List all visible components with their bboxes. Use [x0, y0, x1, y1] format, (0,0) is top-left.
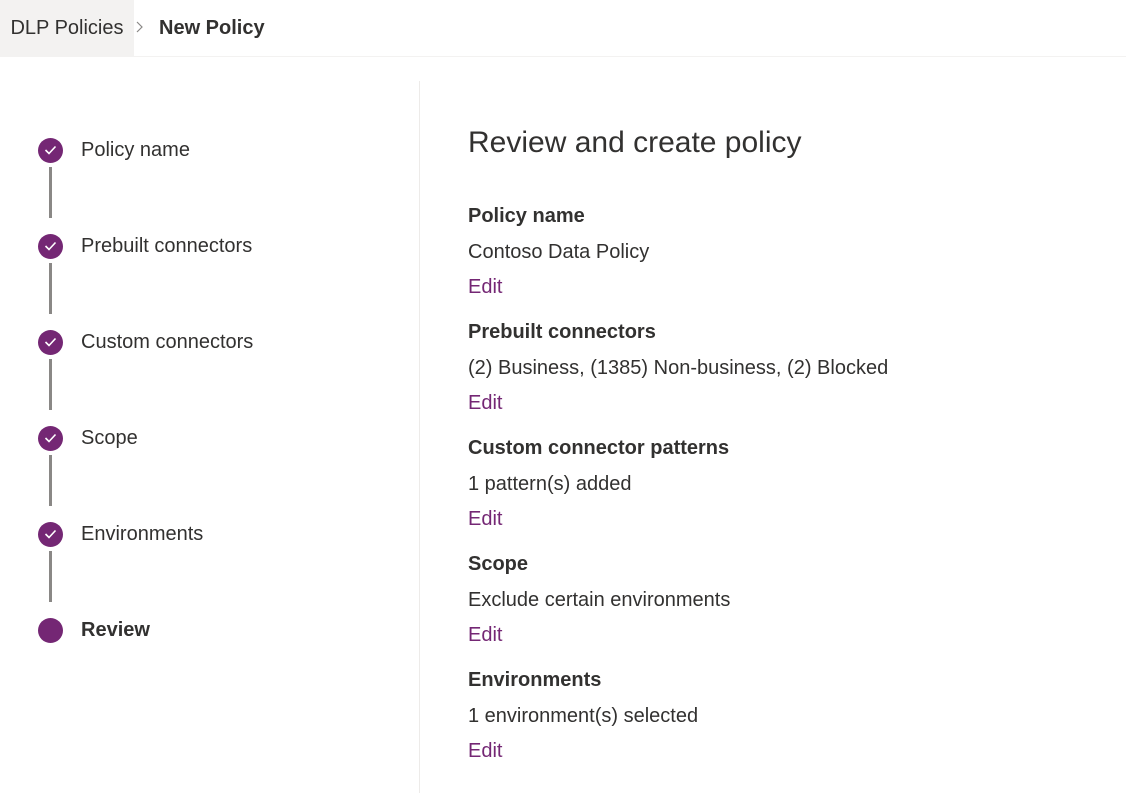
filled-circle-icon — [38, 618, 63, 643]
section-value-scope: Exclude certain environments — [468, 589, 730, 612]
checkmark-icon — [38, 522, 63, 547]
section-value-environments: 1 environment(s) selected — [468, 705, 698, 728]
section-title-custom-connector-patterns: Custom connector patterns — [468, 437, 729, 460]
step-label: Scope — [81, 427, 138, 450]
edit-scope-link[interactable]: Edit — [468, 624, 502, 647]
step-label: Environments — [81, 523, 203, 546]
step-label: Custom connectors — [81, 331, 253, 354]
edit-custom-connectors-link[interactable]: Edit — [468, 508, 502, 531]
step-custom-connectors[interactable]: Custom connectors — [38, 329, 253, 355]
step-review[interactable]: Review — [38, 617, 150, 643]
step-prebuilt-connectors[interactable]: Prebuilt connectors — [38, 233, 252, 259]
section-title-environments: Environments — [468, 669, 601, 692]
step-label: Policy name — [81, 139, 190, 162]
section-title-policy-name: Policy name — [468, 205, 585, 228]
step-policy-name[interactable]: Policy name — [38, 137, 190, 163]
chevron-right-icon — [134, 20, 144, 34]
breadcrumb-dlp-policies[interactable]: DLP Policies — [0, 0, 134, 57]
step-connector — [49, 167, 52, 218]
step-scope[interactable]: Scope — [38, 425, 138, 451]
breadcrumb-new-policy: New Policy — [159, 0, 265, 57]
page-title: Review and create policy — [468, 126, 802, 160]
edit-policy-name-link[interactable]: Edit — [468, 276, 502, 299]
checkmark-icon — [38, 330, 63, 355]
step-connector — [49, 263, 52, 314]
step-connector — [49, 455, 52, 506]
section-title-scope: Scope — [468, 553, 528, 576]
checkmark-icon — [38, 138, 63, 163]
section-value-custom-connector-patterns: 1 pattern(s) added — [468, 473, 631, 496]
step-connector — [49, 551, 52, 602]
edit-prebuilt-connectors-link[interactable]: Edit — [468, 392, 502, 415]
section-value-policy-name: Contoso Data Policy — [468, 241, 649, 264]
section-title-prebuilt-connectors: Prebuilt connectors — [468, 321, 656, 344]
checkmark-icon — [38, 426, 63, 451]
checkmark-icon — [38, 234, 63, 259]
step-label: Review — [81, 619, 150, 642]
step-label: Prebuilt connectors — [81, 235, 252, 258]
step-connector — [49, 359, 52, 410]
panel-divider — [419, 81, 420, 793]
step-environments[interactable]: Environments — [38, 521, 203, 547]
breadcrumb: DLP Policies New Policy — [0, 0, 1126, 57]
section-value-prebuilt-connectors: (2) Business, (1385) Non-business, (2) B… — [468, 357, 888, 380]
edit-environments-link[interactable]: Edit — [468, 740, 502, 763]
